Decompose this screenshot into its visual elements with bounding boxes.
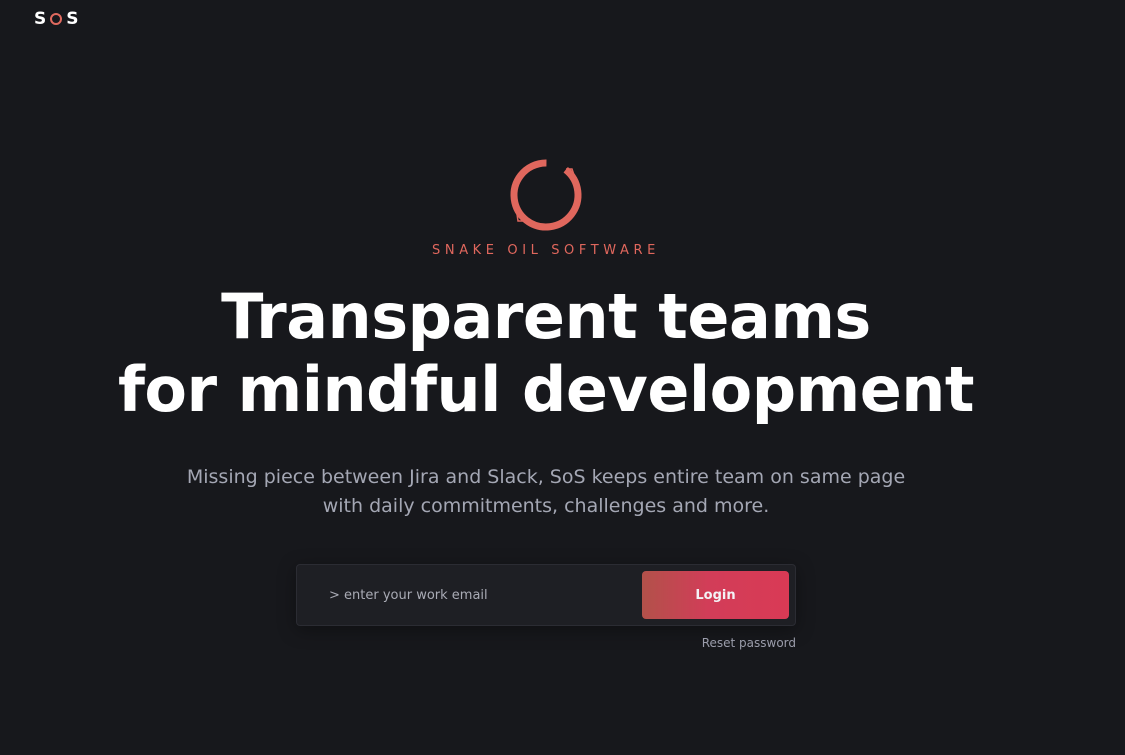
reset-password-link[interactable]: Reset password (702, 636, 796, 650)
login-form: Login (296, 564, 796, 626)
snake-ring-logo-icon (510, 159, 582, 231)
headline-line-2: for mindful development (117, 353, 975, 426)
brand-tagline: SNAKE OIL SOFTWARE (432, 243, 660, 258)
headline-line-1: Transparent teams (221, 280, 871, 353)
subtitle-line-2: with daily commitments, challenges and m… (322, 495, 770, 517)
landing-page: S S SNAKE OIL SOFTWARE Transparent teams… (0, 0, 1125, 755)
logo-letter-right: S (66, 9, 79, 29)
page-headline: Transparent teams for mindful developmen… (0, 280, 1092, 426)
email-input[interactable] (325, 581, 633, 609)
login-button[interactable]: Login (642, 571, 789, 619)
hero-subtitle: Missing piece between Jira and Slack, So… (0, 463, 1092, 521)
top-logo[interactable]: S S (34, 8, 79, 30)
logo-letter-left: S (34, 9, 47, 29)
subtitle-line-1: Missing piece between Jira and Slack, So… (186, 466, 906, 488)
logo-ring-icon (50, 13, 63, 25)
